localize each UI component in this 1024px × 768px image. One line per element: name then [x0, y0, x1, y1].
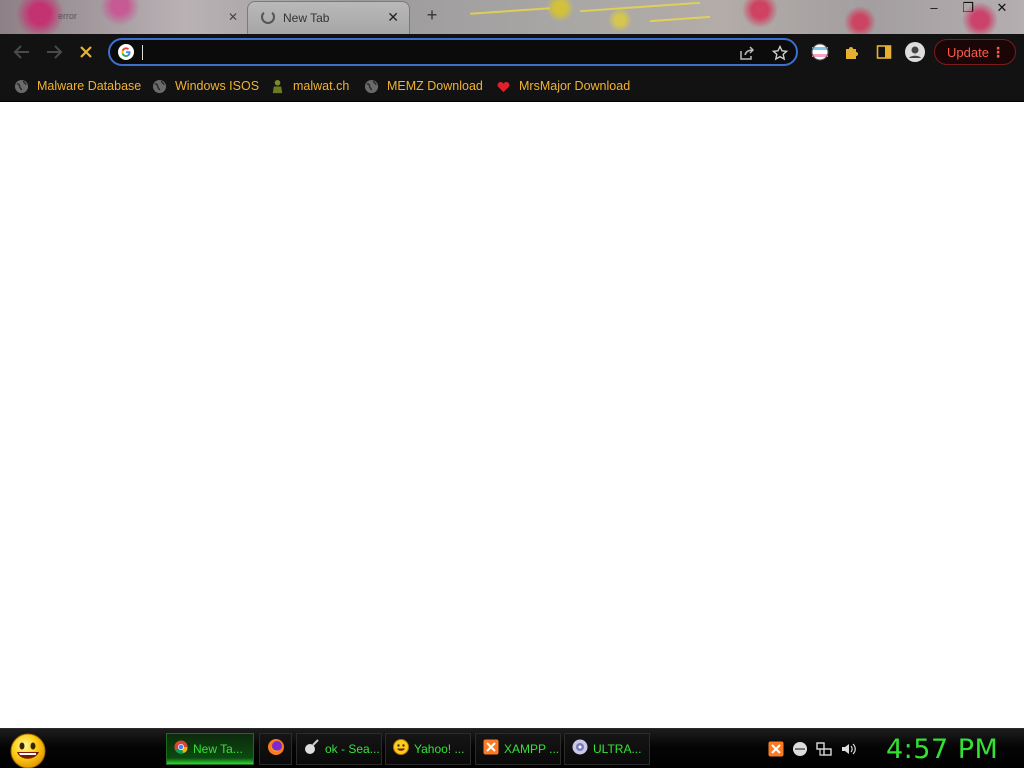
taskbar-item-label: New Ta... — [193, 742, 243, 756]
globe-icon — [14, 79, 29, 94]
bookmark-label: Windows ISOS — [175, 79, 260, 93]
forward-arrow-icon[interactable] — [43, 42, 65, 62]
network-icon[interactable] — [816, 741, 832, 757]
page-content-blank[interactable] — [0, 102, 1024, 728]
taskbar-item-yahoo[interactable]: Yahoo! ... — [385, 733, 471, 765]
bookmark-label: malwat.ch — [293, 79, 350, 93]
tab-strip: error ✕ New Tab ✕ + – ❐ ✕ — [0, 0, 1024, 34]
bookmark-windows-isos[interactable]: Windows ISOS — [152, 76, 259, 96]
profile-avatar-icon[interactable] — [905, 42, 925, 62]
bookmark-malwatch[interactable]: malwat.ch — [270, 76, 349, 96]
chrome-icon — [174, 739, 188, 759]
loading-spinner-icon — [261, 10, 275, 24]
bookmark-malware-database[interactable]: Malware Database — [14, 76, 141, 96]
taskbar-item-search[interactable]: ok - Sea... — [296, 733, 382, 765]
text-caret — [142, 45, 143, 60]
tab-close-icon[interactable]: ✕ — [387, 9, 399, 26]
close-window-icon[interactable]: ✕ — [990, 0, 1014, 16]
bookmark-star-icon[interactable] — [771, 44, 789, 62]
xampp-tray-icon[interactable] — [768, 741, 784, 757]
firefox-icon — [267, 738, 285, 761]
heart-icon — [496, 79, 511, 94]
address-bar[interactable] — [108, 38, 798, 66]
yahoo-smiley-icon — [393, 738, 409, 760]
taskbar-item-new-tab[interactable]: New Ta... — [166, 733, 254, 765]
xampp-icon — [483, 739, 499, 760]
background-tab-close-icon[interactable]: ✕ — [228, 10, 238, 24]
taskbar-clock[interactable]: 4:57 PM — [886, 734, 998, 765]
menu-dots-icon[interactable]: ⋮ — [991, 43, 1005, 61]
volume-icon[interactable] — [840, 741, 856, 757]
extensions-puzzle-icon[interactable] — [842, 42, 862, 62]
new-tab-button[interactable]: + — [424, 5, 440, 26]
disc-icon — [572, 739, 588, 760]
tab-title: New Tab — [283, 11, 330, 25]
bookmark-label: MrsMajor Download — [519, 79, 631, 93]
profile-flag-extension-icon[interactable] — [810, 42, 830, 62]
network-globe-icon[interactable] — [792, 741, 808, 757]
search-app-icon — [304, 738, 320, 760]
bookmark-mrsmajor-download[interactable]: MrsMajor Download — [496, 76, 630, 96]
hazmat-icon — [270, 79, 285, 94]
background-tab-title: error — [58, 11, 78, 21]
background-tab[interactable]: error ✕ — [30, 6, 250, 28]
google-icon — [118, 44, 134, 60]
bookmark-label: Malware Database — [37, 79, 142, 93]
globe-icon — [364, 79, 379, 94]
taskbar-item-label: ULTRA... — [593, 742, 642, 756]
bookmark-label: MEMZ Download — [387, 79, 483, 93]
update-label: Update — [947, 45, 989, 60]
taskbar: New Ta... ok - Sea... Yahoo! ... XAMPP .… — [0, 728, 1024, 768]
browser-toolbar: Update ⋮ — [0, 34, 1024, 70]
bookmark-memz-download[interactable]: MEMZ Download — [364, 76, 483, 96]
stop-loading-icon[interactable] — [75, 42, 97, 62]
restore-icon[interactable]: ❐ — [956, 0, 980, 16]
tab-new-tab[interactable]: New Tab ✕ — [247, 1, 410, 34]
minimize-icon[interactable]: – — [922, 0, 946, 16]
side-panel-icon[interactable] — [874, 42, 894, 62]
back-arrow-icon[interactable] — [11, 42, 33, 62]
window-controls: – ❐ ✕ — [922, 0, 1014, 16]
bookmarks-bar: Malware Database Windows ISOS malwat.ch … — [0, 70, 1024, 102]
taskbar-item-xampp[interactable]: XAMPP ... — [475, 733, 561, 765]
taskbar-item-label: ok - Sea... — [325, 742, 380, 756]
taskbar-item-label: XAMPP ... — [504, 742, 560, 756]
address-input[interactable] — [144, 42, 724, 62]
taskbar-item-firefox[interactable] — [259, 733, 292, 765]
share-icon[interactable] — [738, 44, 756, 62]
start-button-smiley-icon[interactable] — [8, 731, 48, 768]
update-button[interactable]: Update ⋮ — [934, 39, 1016, 65]
taskbar-item-label: Yahoo! ... — [414, 742, 465, 756]
taskbar-item-ultra[interactable]: ULTRA... — [564, 733, 650, 765]
globe-icon — [152, 79, 167, 94]
